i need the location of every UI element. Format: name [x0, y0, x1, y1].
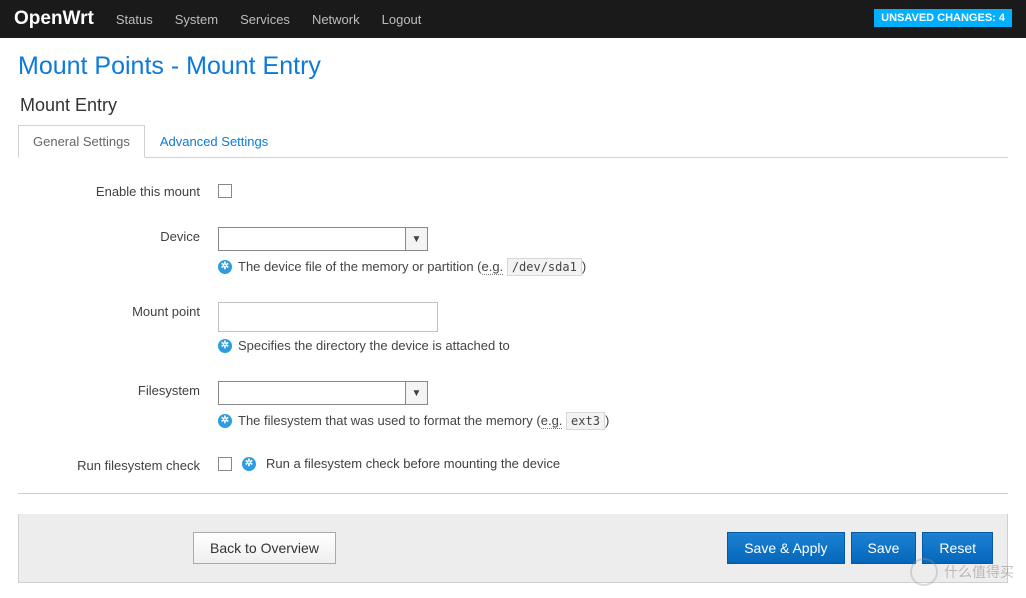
top-nav: Status System Services Network Logout	[116, 12, 422, 27]
save-button[interactable]: Save	[851, 532, 917, 564]
nav-system[interactable]: System	[175, 12, 218, 27]
chevron-down-icon: ▼	[405, 228, 427, 250]
label-fsck: Run filesystem check	[18, 456, 218, 473]
cog-icon: ✲	[242, 457, 256, 471]
nav-status[interactable]: Status	[116, 12, 153, 27]
tab-bar: General Settings Advanced Settings	[18, 124, 1008, 158]
page-container: Mount Points - Mount Entry Mount Entry G…	[0, 38, 1026, 583]
footer-actions: Back to Overview Save & Apply Save Reset	[18, 514, 1008, 583]
input-mount-point[interactable]	[218, 302, 438, 332]
reset-button[interactable]: Reset	[922, 532, 993, 564]
save-apply-button[interactable]: Save & Apply	[727, 532, 844, 564]
row-enable-mount: Enable this mount	[18, 182, 1008, 199]
help-fsck: Run a filesystem check before mounting t…	[266, 456, 560, 471]
row-mount-point: Mount point ✲ Specifies the directory th…	[18, 302, 1008, 353]
page-title: Mount Points - Mount Entry	[18, 52, 1008, 81]
cog-icon: ✲	[218, 260, 232, 274]
nav-logout[interactable]: Logout	[382, 12, 422, 27]
checkbox-fsck[interactable]	[218, 457, 232, 471]
select-device[interactable]: ▼	[218, 227, 428, 251]
form-panel: Enable this mount Device ▼ ✲ The device …	[18, 158, 1008, 494]
section-title: Mount Entry	[20, 95, 1008, 116]
back-to-overview-button[interactable]: Back to Overview	[193, 532, 336, 564]
nav-network[interactable]: Network	[312, 12, 360, 27]
label-filesystem: Filesystem	[18, 381, 218, 428]
cog-icon: ✲	[218, 339, 232, 353]
row-filesystem: Filesystem ▼ ✲ The filesystem that was u…	[18, 381, 1008, 428]
help-filesystem: ✲ The filesystem that was used to format…	[218, 413, 1008, 428]
tab-advanced-settings[interactable]: Advanced Settings	[145, 125, 283, 158]
row-fsck: Run filesystem check ✲ Run a filesystem …	[18, 456, 1008, 473]
chevron-down-icon: ▼	[405, 382, 427, 404]
top-header: OpenWrt Status System Services Network L…	[0, 0, 1026, 38]
help-device: ✲ The device file of the memory or parti…	[218, 259, 1008, 274]
row-device: Device ▼ ✲ The device file of the memory…	[18, 227, 1008, 274]
checkbox-enable-mount[interactable]	[218, 184, 232, 198]
label-mount-point: Mount point	[18, 302, 218, 353]
nav-services[interactable]: Services	[240, 12, 290, 27]
select-filesystem[interactable]: ▼	[218, 381, 428, 405]
tab-general-settings[interactable]: General Settings	[18, 125, 145, 158]
brand-title: OpenWrt	[14, 8, 94, 30]
cog-icon: ✲	[218, 414, 232, 428]
label-enable-mount: Enable this mount	[18, 182, 218, 199]
unsaved-changes-badge[interactable]: UNSAVED CHANGES: 4	[874, 9, 1012, 27]
label-device: Device	[18, 227, 218, 274]
help-mount-point: ✲ Specifies the directory the device is …	[218, 338, 1008, 353]
